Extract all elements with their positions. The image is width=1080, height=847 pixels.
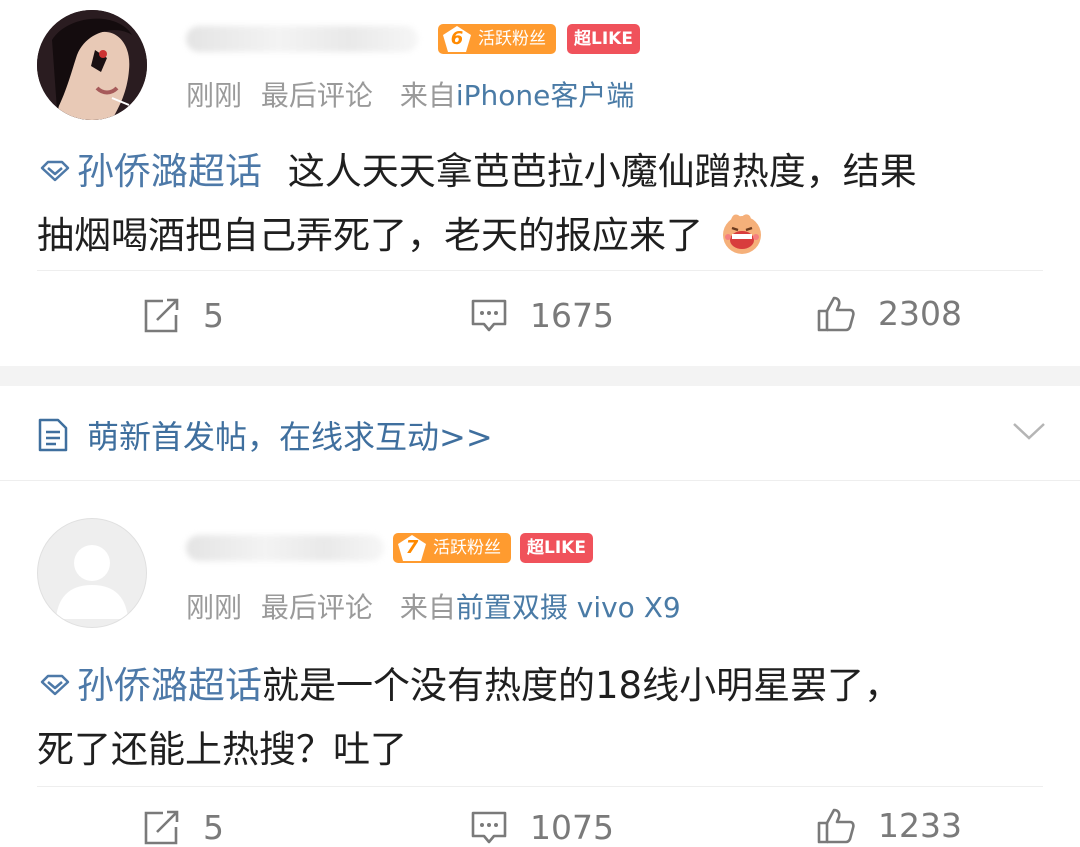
post-from-prefix: 来自 [399,591,456,624]
document-icon [38,418,68,452]
like-count: 2308 [878,294,962,333]
post-from-prefix: 来自 [399,79,456,112]
username-blurred[interactable] [186,26,418,52]
repost-icon [144,298,179,332]
supertopic-diamond-icon [40,160,70,182]
post-text-line-2: 死了还能上热搜？吐了 [37,728,407,771]
comment-button[interactable]: 1675 [470,296,614,335]
comment-icon [471,811,507,843]
divider [37,270,1043,271]
post-meta: 刚刚 最后评论 来自iPhone客户端 [186,74,634,114]
thumbs-up-icon [817,296,855,331]
repost-count: 5 [203,296,224,335]
post-line-1: 孙侨潞超话 这人天天拿芭芭拉小魔仙蹭热度，结果 [37,140,1047,204]
post-line-2: 抽烟喝酒把自己弄死了，老天的报应来了 [37,204,1047,276]
supertopic-diamond-icon [40,674,70,696]
active-fan-badge: 7 活跃粉丝 [393,533,511,563]
post-text-line-1: 就是一个没有热度的18线小明星罢了， [262,664,902,707]
repost-icon [144,810,179,844]
comment-icon [471,299,507,331]
active-fan-badge: 6 活跃粉丝 [438,24,556,54]
post-time: 刚刚 [186,591,243,624]
post-content: 孙侨潞超话就是一个没有热度的18线小明星罢了， 死了还能上热搜？吐了 [37,654,1047,782]
post-meta: 刚刚 最后评论 来自前置双摄 vivo X9 [186,586,681,626]
avatar[interactable] [37,10,147,120]
post-content: 孙侨潞超话 这人天天拿芭芭拉小魔仙蹭热度，结果 抽烟喝酒把自己弄死了，老天的报应… [37,140,1047,276]
post-source[interactable]: 前置双摄 vivo X9 [456,591,681,624]
username-blurred[interactable] [186,535,384,561]
chevron-down-icon[interactable] [1012,420,1046,446]
thumbs-up-icon [817,808,855,843]
super-like-badge: 超LIKE [520,533,593,563]
banner-text: 萌新首发帖，在线求互动>> [87,418,493,456]
divider [37,786,1043,787]
repost-button[interactable]: 5 [143,296,224,335]
post-source[interactable]: iPhone客户端 [456,79,635,112]
like-count: 1233 [878,806,962,845]
super-like-badge: 超LIKE [567,24,640,54]
default-avatar-icon [56,545,128,619]
fan-level-icon: 6 [442,25,472,53]
repost-count: 5 [203,808,224,847]
comment-button[interactable]: 1075 [470,808,614,847]
fan-level-icon: 7 [397,534,427,562]
section-separator [0,366,1080,386]
like-button[interactable]: 2308 [816,294,962,333]
post-text-line-1: 这人天天拿芭芭拉小魔仙蹭热度，结果 [287,150,917,193]
post-line-2: 死了还能上热搜？吐了 [37,718,1047,782]
post-activity: 最后评论 [260,79,373,112]
post-line-1: 孙侨潞超话就是一个没有热度的18线小明星罢了， [37,654,1047,718]
post-time: 刚刚 [186,79,243,112]
supertopic-link[interactable]: 孙侨潞超话 [37,664,262,707]
comment-count: 1675 [530,296,614,335]
avatar[interactable] [37,518,147,628]
supertopic-link[interactable]: 孙侨潞超话 [37,150,262,193]
like-button[interactable]: 1233 [816,806,962,845]
repost-button[interactable]: 5 [143,808,224,847]
post-text-line-2: 抽烟喝酒把自己弄死了，老天的报应来了 [37,214,703,257]
laughing-emoji-icon [719,210,765,276]
comment-count: 1075 [530,808,614,847]
post-activity: 最后评论 [260,591,373,624]
divider [0,480,1080,481]
first-post-banner[interactable]: 萌新首发帖，在线求互动>> [37,412,493,458]
